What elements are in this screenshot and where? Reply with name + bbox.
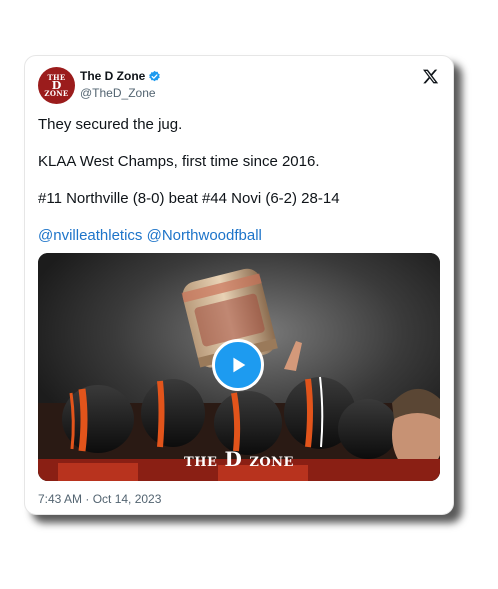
watermark-text-d: D	[224, 447, 243, 471]
avatar[interactable]: THE D ZONE	[38, 67, 75, 104]
tweet-card: THE D ZONE The D Zone @TheD_Zone They se…	[24, 55, 454, 515]
tweet-timestamp[interactable]: 7:43 AM · Oct 14, 2023	[38, 492, 161, 506]
play-button[interactable]	[212, 339, 264, 391]
verified-badge-icon	[149, 70, 161, 81]
author-handle[interactable]: @TheD_Zone	[80, 86, 156, 100]
video-thumbnail[interactable]: THE D ZONE	[38, 253, 440, 481]
avatar-text-zone: ZONE	[44, 89, 69, 98]
video-watermark: THE D ZONE	[38, 447, 440, 471]
watermark-text-the: THE	[184, 455, 218, 470]
author-name-row: The D Zone	[80, 69, 161, 83]
tweet-text-line-2: KLAA West Champs, first time since 2016.	[38, 153, 320, 170]
tweet-text-line-1: They secured the jug.	[38, 116, 183, 133]
author-display-name[interactable]: The D Zone	[80, 69, 145, 83]
tweet-text-line-3: #11 Northville (8-0) beat #44 Novi (6-2)…	[38, 190, 340, 207]
tweet-mentions[interactable]: @nvilleathletics @Northwoodfball	[38, 227, 262, 244]
x-logo-icon[interactable]	[422, 68, 439, 85]
play-icon	[233, 357, 246, 373]
watermark-text-zone: ZONE	[249, 455, 294, 470]
